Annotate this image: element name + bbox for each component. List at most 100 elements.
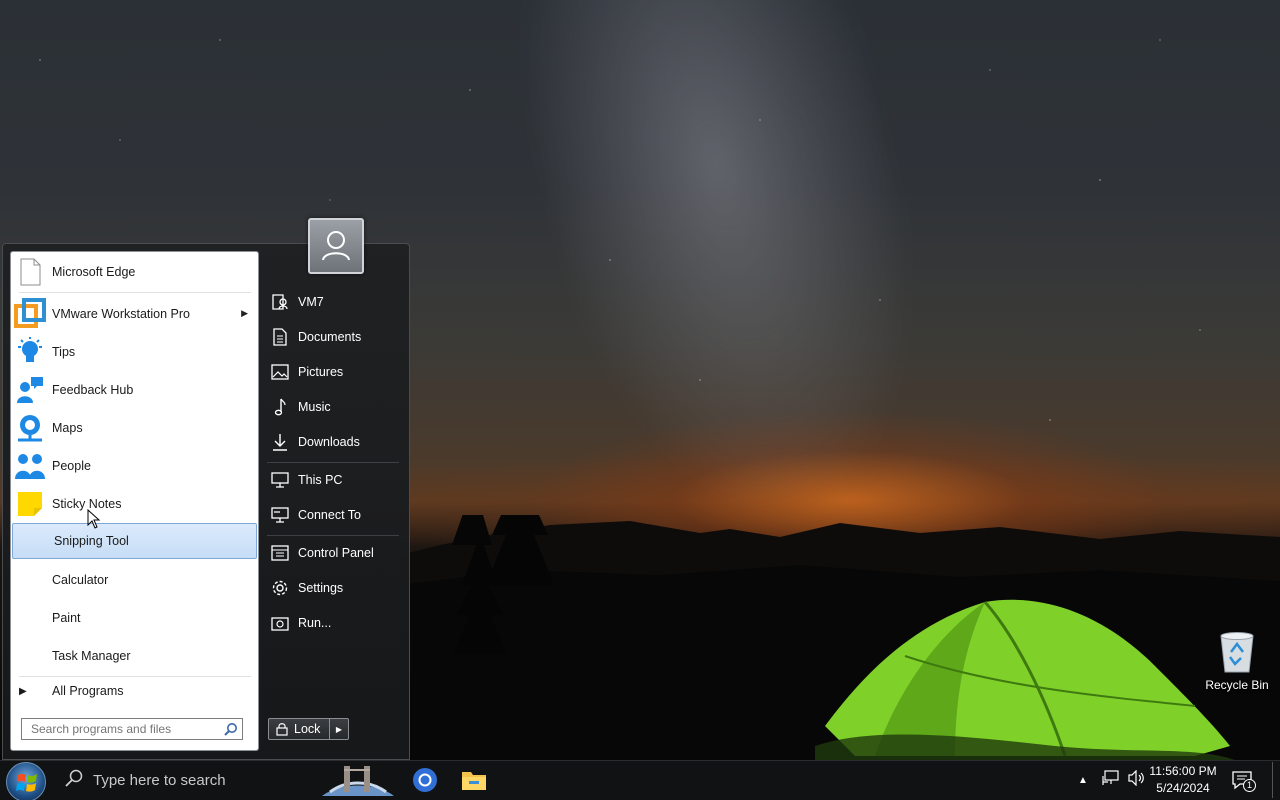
place-documents[interactable]: Documents — [263, 322, 403, 352]
notifications-icon: 1 — [1232, 770, 1256, 792]
action-center-button[interactable]: 1 — [1232, 760, 1256, 800]
feedback-hub-icon — [14, 374, 46, 406]
program-sticky-notes[interactable]: Sticky Notes — [11, 486, 258, 522]
place-downloads[interactable]: Downloads — [263, 427, 403, 457]
program-snipping-tool[interactable]: Snipping Tool — [12, 523, 257, 559]
sticky-notes-icon — [14, 488, 46, 520]
windows-logo-icon — [16, 773, 37, 792]
place-label: This PC — [298, 473, 343, 487]
bridge-app-icon — [322, 766, 394, 796]
program-vmware-workstation-pro[interactable]: VMware Workstation Pro ▶ — [11, 296, 258, 332]
show-desktop-button[interactable] — [1272, 762, 1278, 798]
system-tray: ▲ — [1078, 760, 1146, 800]
place-label: Downloads — [298, 435, 360, 449]
program-label: Paint — [52, 611, 81, 625]
program-label: Calculator — [52, 573, 109, 587]
taskbar-search[interactable]: Type here to search — [52, 760, 317, 800]
submenu-arrow-icon: ▶ — [241, 308, 248, 318]
user-folder-icon — [268, 293, 292, 311]
separator — [267, 462, 399, 463]
place-label: Settings — [298, 581, 344, 595]
place-this-pc[interactable]: This PC — [263, 465, 403, 495]
place-user-folder[interactable]: VM7 — [263, 287, 403, 317]
place-label: Documents — [298, 330, 362, 344]
lock-button[interactable]: Lock ▶ — [268, 718, 349, 740]
user-icon — [322, 231, 350, 261]
program-label: Feedback Hub — [52, 383, 134, 397]
power-options-arrow-icon[interactable]: ▶ — [330, 725, 348, 734]
taskbar-chrome[interactable] — [407, 764, 443, 796]
pinned-programs-list: Microsoft Edge VMware Workstation Pro ▶ … — [10, 251, 259, 751]
taskbar-file-explorer[interactable] — [456, 764, 492, 796]
program-feedback-hub[interactable]: Feedback Hub — [11, 372, 258, 408]
lightbulb-icon — [14, 336, 46, 368]
all-programs-button[interactable]: ▶ All Programs — [11, 680, 258, 702]
recycle-bin-label: Recycle Bin — [1205, 678, 1269, 692]
program-label: Microsoft Edge — [52, 265, 136, 279]
documents-icon — [268, 328, 292, 346]
people-icon — [14, 450, 46, 482]
folder-icon — [462, 772, 486, 790]
program-label: Snipping Tool — [54, 534, 129, 548]
program-label: Task Manager — [52, 649, 131, 663]
program-calculator[interactable]: Calculator — [11, 562, 258, 598]
volume-icon[interactable] — [1128, 769, 1146, 791]
program-tips[interactable]: Tips — [11, 334, 258, 370]
separator — [267, 535, 399, 536]
place-settings[interactable]: Settings — [263, 573, 403, 603]
notification-count-badge: 1 — [1243, 779, 1256, 792]
maps-icon — [14, 412, 46, 444]
vmware-icon — [14, 298, 46, 330]
place-control-panel[interactable]: Control Panel — [263, 538, 403, 568]
place-label: VM7 — [298, 295, 324, 309]
run-icon — [268, 615, 292, 631]
tent — [815, 599, 1235, 760]
program-label: People — [52, 459, 91, 473]
place-label: Music — [298, 400, 331, 414]
gear-icon — [268, 579, 292, 597]
place-label: Run... — [298, 616, 332, 630]
start-search-box[interactable] — [21, 718, 243, 740]
computer-icon — [268, 472, 292, 488]
program-microsoft-edge[interactable]: Microsoft Edge — [11, 254, 258, 290]
mouse-cursor-icon — [87, 509, 101, 529]
taskbar-pinned-app[interactable] — [320, 764, 396, 796]
expand-arrow-icon: ▶ — [19, 685, 27, 697]
chrome-icon — [413, 768, 437, 792]
separator — [19, 292, 251, 293]
program-label: Tips — [52, 345, 76, 359]
search-icon — [65, 769, 83, 791]
start-button[interactable] — [6, 762, 46, 800]
music-icon — [268, 398, 292, 416]
user-avatar[interactable] — [308, 218, 364, 274]
clock-date: 5/24/2024 — [1156, 781, 1210, 795]
clock-time: 11:56:00 PM — [1149, 764, 1217, 778]
start-search-input[interactable] — [31, 722, 221, 736]
taskbar-clock[interactable]: 11:56:00 PM 5/24/2024 — [1148, 763, 1218, 797]
downloads-icon — [268, 433, 292, 451]
program-people[interactable]: People — [11, 448, 258, 484]
place-label: Pictures — [298, 365, 344, 379]
network-icon[interactable] — [1102, 769, 1120, 791]
taskbar-search-placeholder: Type here to search — [93, 771, 226, 789]
separator — [19, 676, 251, 677]
place-pictures[interactable]: Pictures — [263, 357, 403, 387]
place-connect-to[interactable]: Connect To — [263, 500, 403, 530]
program-task-manager[interactable]: Task Manager — [11, 638, 258, 674]
place-run[interactable]: Run... — [263, 608, 403, 638]
recycle-bin[interactable]: Recycle Bin — [1200, 630, 1274, 692]
control-panel-icon — [268, 545, 292, 561]
show-hidden-icons-icon[interactable]: ▲ — [1078, 775, 1088, 786]
pictures-icon — [268, 364, 292, 380]
blank-document-icon — [14, 256, 46, 288]
place-label: Control Panel — [298, 546, 374, 560]
program-maps[interactable]: Maps — [11, 410, 258, 446]
recycle-bin-icon — [1217, 630, 1257, 674]
place-label: Connect To — [298, 508, 362, 522]
connect-icon — [268, 507, 292, 523]
search-icon — [224, 722, 238, 739]
program-label: VMware Workstation Pro — [52, 307, 191, 321]
place-music[interactable]: Music — [263, 392, 403, 422]
program-paint[interactable]: Paint — [11, 600, 258, 636]
padlock-icon — [276, 723, 288, 736]
